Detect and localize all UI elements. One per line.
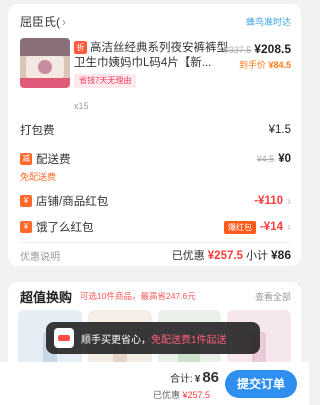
store-coupon-row[interactable]: ¥ 店铺/商品红包 -¥110 › [20,191,291,211]
eleme-coupon-label: 饿了么红包 [36,222,94,234]
original-price: ¥337.5 [223,45,252,55]
view-all-link[interactable]: 查看全部 [255,290,291,303]
packing-fee-row: 打包费 ¥1.5 [20,120,291,140]
deal-title: 超值换购 [20,289,73,305]
delivery-fee-label: 配送费 [36,154,71,166]
chevron-right-icon: › [62,14,66,29]
store-name[interactable]: 屈臣氏(› [20,13,66,30]
chevron-right-icon: › [287,220,291,234]
discount-explanation-link[interactable]: 优惠说明 [20,248,60,263]
free-delivery-link[interactable]: 免配送费 [20,170,56,183]
checkout-bar: 合计: ¥ 86 已优惠 ¥257.5 提交订单 [0,362,309,405]
after-discount-price: 到手价 ¥84.5 [238,60,291,70]
redpacket-icon: ¥ [20,221,32,233]
delivery-original-fee: ¥4.5 [256,154,275,164]
price-column: ¥337.5 ¥208.5 到手价 ¥84.5 [224,42,291,71]
gift-icon [54,328,74,348]
delivery-note: 蜂鸟准时达 [245,16,291,27]
toast-text: 顺手买更省心， [81,334,151,346]
packing-fee-value: ¥1.5 [268,124,291,136]
delivery-fee-row: 减 配送费 ¥4.5 ¥0 [20,149,291,169]
product-quantity: x15 [74,101,89,111]
subtotal-label: 小计 [245,250,268,262]
current-price: ¥208.5 [254,42,291,56]
divider [20,242,291,243]
delivery-fee-value: ¥0 [278,153,291,165]
eleme-coupon-value: -¥14 [259,221,283,233]
coupon-icon: ¥ [20,195,32,207]
deal-subtitle: 可选10件商品，最高省247.6元 [80,291,196,301]
product-title[interactable]: 折高洁丝经典系列夜安裤裤型卫生巾姨妈巾L码4片【新... [74,41,234,71]
submit-order-button[interactable]: 提交订单 [225,370,297,398]
discount-tag: 折 [74,41,87,54]
packing-fee-label: 打包费 [20,125,55,137]
store-coupon-label: 店铺/商品红包 [36,196,109,208]
eleme-coupon-row[interactable]: ¥ 饿了么红包 爆红包 -¥14 › [20,217,291,237]
order-total: 合计: ¥ 86 [169,369,219,386]
summary-row: 优惠说明 已优惠 ¥257.5 小计 ¥86 [20,246,291,264]
delivery-badge-icon: 减 [20,153,32,165]
chevron-right-icon: › [287,194,291,208]
order-card: 屈臣氏(› 蜂鸟准时达 折高洁丝经典系列夜安裤裤型卫生巾姨妈巾L码4片【新...… [8,4,301,266]
product-image[interactable] [20,38,70,88]
redpacket-tag: 爆红包 [223,220,256,234]
promo-tag: 省钱7天无理由 [74,74,137,88]
order-discount: 已优惠 ¥257.5 [152,390,210,400]
subtotal-amount: ¥86 [270,248,291,262]
promo-toast[interactable]: 顺手买更省心，免配送费1件起送 [46,322,260,354]
store-coupon-value: -¥110 [254,195,283,207]
discount-amount: ¥257.5 [207,250,243,262]
store-row[interactable]: 屈臣氏(› 蜂鸟准时达 [20,13,291,29]
discount-label: 已优惠 [171,250,205,262]
toast-highlight: 免配送费1件起送 [151,334,227,346]
